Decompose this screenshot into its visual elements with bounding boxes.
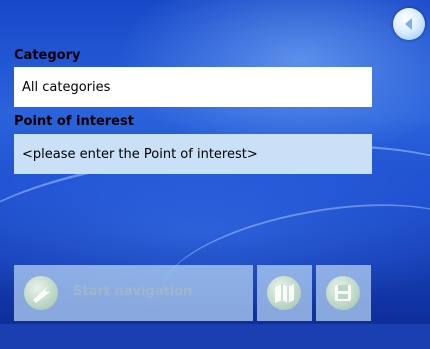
start-navigation-button[interactable]: Start navigation <box>14 265 253 321</box>
category-label: Category <box>14 48 81 63</box>
category-value: All categories <box>22 79 111 95</box>
back-button[interactable] <box>393 8 425 40</box>
save-disk-icon <box>326 276 360 310</box>
start-navigation-label: Start navigation <box>73 284 193 299</box>
save-button[interactable] <box>316 265 371 321</box>
map-button[interactable] <box>257 265 312 321</box>
poi-input[interactable]: <please enter the Point of interest> <box>14 134 372 174</box>
back-arrow-icon <box>405 18 412 30</box>
poi-label: Point of interest <box>14 114 134 129</box>
category-select[interactable]: All categories <box>14 67 372 107</box>
navigation-arrow-icon <box>24 276 58 310</box>
map-icon <box>267 276 301 310</box>
poi-placeholder: <please enter the Point of interest> <box>22 146 258 162</box>
